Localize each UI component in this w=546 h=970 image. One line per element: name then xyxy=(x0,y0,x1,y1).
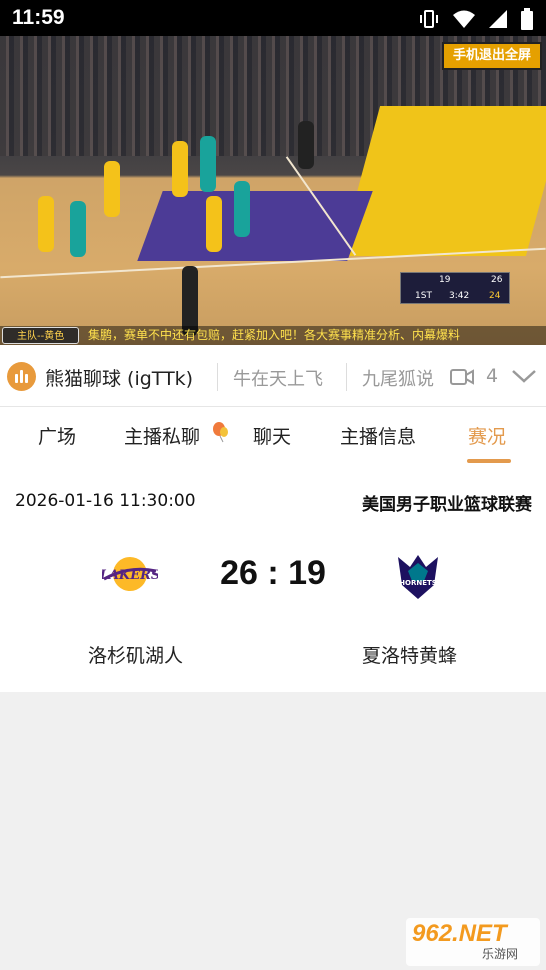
player xyxy=(104,161,120,217)
watermark-small: 乐游网 xyxy=(482,947,519,961)
streamer-avatar[interactable] xyxy=(7,362,36,391)
tv-clock: 3:42 xyxy=(449,291,470,301)
vibrate-icon xyxy=(420,10,438,28)
streamer-tab-3[interactable]: 九尾狐说 xyxy=(362,365,434,391)
chevron-down-icon[interactable] xyxy=(511,367,537,385)
tab-match-status[interactable]: 赛况 xyxy=(468,422,506,449)
player xyxy=(200,136,216,192)
battery-icon xyxy=(521,8,533,30)
tab-square[interactable]: 广场 xyxy=(38,422,76,449)
tab-private-chat[interactable]: 主播私聊 xyxy=(124,422,200,449)
match-card: 2026-01-16 11:30:00 美国男子职业篮球联赛 LAKERS 26… xyxy=(0,467,546,692)
live-video-player[interactable]: 手机退出全屏 19 26 1ST 3:42 24 xyxy=(0,36,546,345)
tab-streamer-info[interactable]: 主播信息 xyxy=(340,422,416,449)
tv-away-score: 19 xyxy=(439,275,451,285)
player xyxy=(234,181,250,237)
content-tabs: 广场 主播私聊 聊天 主播信息 赛况 xyxy=(0,407,546,467)
streamer-tab-2[interactable]: 牛在天上飞 xyxy=(233,365,323,391)
signal-icon xyxy=(489,10,507,28)
player xyxy=(70,201,86,257)
status-time: 11:59 xyxy=(12,6,65,29)
status-icons xyxy=(418,8,534,30)
room-bar: 熊猫聊球 (igTTk) 牛在天上飞 九尾狐说 4 xyxy=(0,345,546,407)
divider xyxy=(346,363,347,391)
active-tab-indicator xyxy=(467,459,511,463)
player xyxy=(172,141,188,197)
watermark-big: 962.NET xyxy=(412,920,507,947)
marquee-text: 集鹏，赛单不中还有包赔，赶紧加入吧！各大赛事精准分析、内幕爆料 xyxy=(88,328,461,342)
divider xyxy=(217,363,218,391)
home-team-color-tag: 主队--黄色 xyxy=(2,327,80,344)
match-score: 26 : 19 xyxy=(220,554,326,592)
balloon-icon xyxy=(213,422,228,443)
match-datetime: 2026-01-16 11:30:00 xyxy=(15,491,196,511)
exit-fullscreen-logo[interactable]: 手机退出全屏 xyxy=(442,42,542,70)
video-camera-icon xyxy=(450,369,474,385)
away-team-name: 夏洛特黄蜂 xyxy=(362,645,458,667)
hornets-logo-icon: HORNETS xyxy=(398,555,438,599)
court-paint-area xyxy=(137,191,373,261)
site-watermark: 962.NET 乐游网 xyxy=(406,918,540,966)
scrolling-announcement: 集鹏，赛单不中还有包赔，赶紧加入吧！各大赛事精准分析、内幕爆料 xyxy=(0,326,546,345)
hornets-logo-text: HORNETS xyxy=(399,579,437,587)
referee xyxy=(298,121,314,169)
wifi-icon xyxy=(453,10,475,28)
tv-home-score: 26 xyxy=(491,275,503,285)
league-name: 美国男子职业篮球联赛 xyxy=(362,495,532,515)
viewer-count: 4 xyxy=(486,365,499,387)
player xyxy=(206,196,222,252)
streamer-name[interactable]: 熊猫聊球 (igTTk) xyxy=(45,364,193,391)
tv-shot-clock: 24 xyxy=(489,291,501,301)
tv-scoreboard: 19 26 1ST 3:42 24 xyxy=(400,272,510,304)
tab-chat[interactable]: 聊天 xyxy=(253,422,291,449)
status-bar: 11:59 xyxy=(0,0,546,36)
tv-period: 1ST xyxy=(415,291,432,301)
home-team-name: 洛杉矶湖人 xyxy=(88,645,184,667)
player xyxy=(38,196,54,252)
